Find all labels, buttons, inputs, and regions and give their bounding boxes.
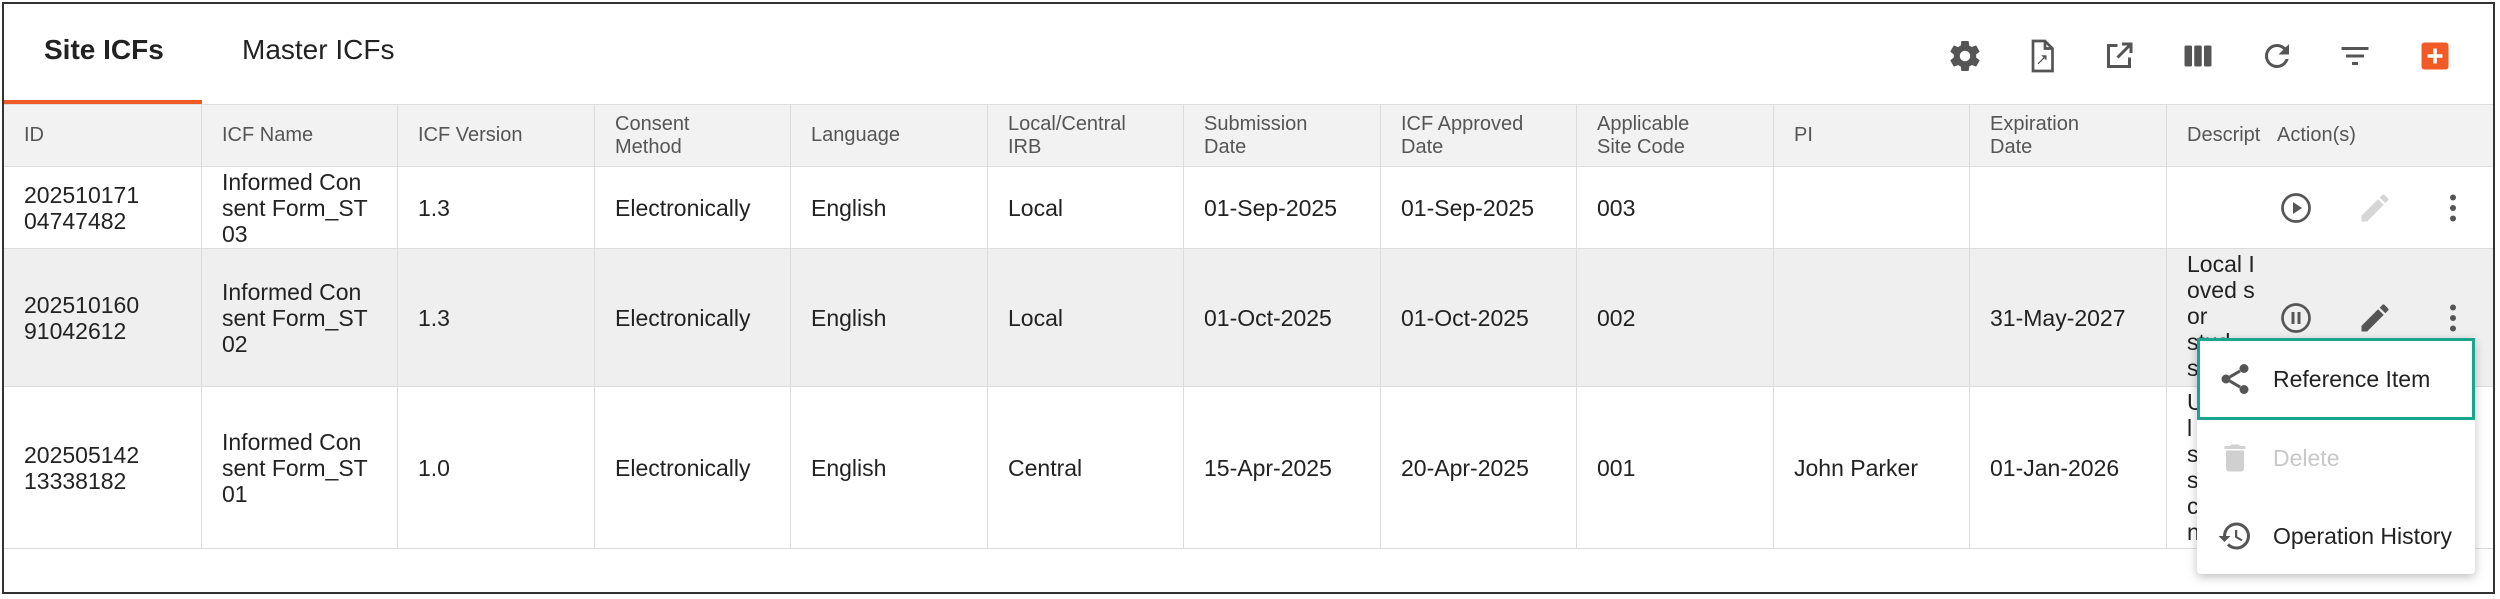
table-header: ID ICF Name ICF Version Consent Method L… [4, 104, 2493, 167]
row-submission: 15-Apr-2025 [1204, 454, 1332, 481]
export-file-icon [2031, 39, 2054, 73]
row-version: 1.3 [418, 304, 450, 331]
row-id: 202510160 91042612 [24, 291, 140, 344]
row-method: Electronically [615, 454, 751, 481]
more-button[interactable] [2431, 186, 2475, 230]
col-icf-version[interactable]: ICF Version [398, 105, 595, 166]
menu-item-delete: Delete [2197, 422, 2475, 494]
row-expiration: 01-Jan-2026 [1990, 454, 2120, 481]
add-icon [2421, 42, 2449, 70]
trash-icon [2224, 444, 2246, 472]
refresh-icon [2264, 43, 2289, 68]
row-icf-name: Informed Con sent Form_ST 03 [222, 168, 368, 247]
col-irb[interactable]: Local/Central IRB [988, 105, 1184, 166]
col-consent-method[interactable]: Consent Method [595, 105, 791, 166]
tab-master-icfs[interactable]: Master ICFs [242, 34, 394, 66]
row-approved: 01-Sep-2025 [1401, 194, 1534, 221]
row-pi: John Parker [1794, 454, 1919, 481]
col-icf-name[interactable]: ICF Name [202, 105, 398, 166]
more-vertical-icon [2450, 194, 2456, 222]
pencil-icon [2361, 194, 2389, 222]
menu-item-history[interactable]: Operation History [2197, 500, 2475, 572]
pencil-icon [2361, 304, 2389, 332]
row-action-menu: Reference Item Delete Operation History [2197, 338, 2475, 574]
row-submission: 01-Sep-2025 [1204, 194, 1337, 221]
refresh-button[interactable] [2255, 34, 2299, 78]
table-row[interactable]: 202505142 13338182 Informed Con sent For… [4, 387, 2493, 549]
open-external-icon [2107, 42, 2133, 68]
col-id[interactable]: ID [4, 105, 202, 166]
row-version: 1.3 [418, 194, 450, 221]
menu-item-label: Delete [2273, 444, 2340, 471]
selection-highlight [2197, 338, 2475, 420]
filter-button[interactable] [2333, 34, 2377, 78]
columns-button[interactable] [2176, 34, 2220, 78]
settings-button[interactable] [1943, 34, 1987, 78]
row-approved: 01-Oct-2025 [1401, 304, 1529, 331]
play-circle-icon [2281, 193, 2311, 223]
table-row[interactable]: 202510171 04747482 Informed Con sent For… [4, 167, 2493, 249]
row-id: 202510171 04747482 [24, 181, 140, 234]
menu-item-label: Operation History [2273, 522, 2452, 549]
table-row[interactable]: 202510160 91042612 Informed Con sent For… [4, 249, 2493, 387]
edit-button[interactable] [2353, 296, 2397, 340]
app-frame: Site ICFs Master ICFs ID ICF Name ICF Ve… [2, 2, 2495, 594]
row-language: English [811, 454, 887, 481]
row-id: 202505142 13338182 [24, 441, 140, 494]
start-button[interactable] [2274, 186, 2318, 230]
row-site-code: 002 [1597, 304, 1636, 331]
row-icf-name: Informed Con sent Form_ST 01 [222, 428, 368, 507]
row-submission: 01-Oct-2025 [1204, 304, 1332, 331]
edit-button-disabled [2353, 186, 2397, 230]
col-site-code[interactable]: Applicable Site Code [1577, 105, 1774, 166]
tab-bar: Site ICFs Master ICFs [4, 4, 2493, 105]
row-approved: 20-Apr-2025 [1401, 454, 1529, 481]
row-irb: Local [1008, 304, 1063, 331]
tab-site-icfs[interactable]: Site ICFs [44, 34, 164, 66]
row-irb: Local [1008, 194, 1063, 221]
row-site-code: 001 [1597, 454, 1636, 481]
col-language[interactable]: Language [791, 105, 988, 166]
add-button[interactable] [2413, 34, 2457, 78]
row-site-code: 003 [1597, 194, 1636, 221]
col-pi[interactable]: PI [1774, 105, 1970, 166]
pause-button[interactable] [2274, 296, 2318, 340]
row-method: Electronically [615, 194, 751, 221]
col-actions: Action(s) [2277, 124, 2356, 146]
gear-icon [1950, 41, 1980, 72]
more-vertical-icon [2450, 304, 2456, 332]
filter-icon [2341, 47, 2369, 65]
col-expiration-date[interactable]: Expiration Date [1970, 105, 2167, 166]
col-approved-date[interactable]: ICF Approved Date [1381, 105, 1577, 166]
row-icf-name: Informed Con sent Form_ST 02 [222, 278, 368, 357]
row-method: Electronically [615, 304, 751, 331]
row-expiration: 31-May-2027 [1990, 304, 2126, 331]
row-language: English [811, 304, 887, 331]
more-button[interactable] [2431, 296, 2475, 340]
open-external-button[interactable] [2097, 34, 2141, 78]
history-icon [2218, 522, 2250, 550]
row-language: English [811, 194, 887, 221]
columns-icon [2184, 45, 2212, 67]
row-version: 1.0 [418, 454, 450, 481]
export-button[interactable] [2020, 34, 2064, 78]
pause-circle-icon [2281, 303, 2311, 333]
col-submission-date[interactable]: Submission Date [1184, 105, 1381, 166]
row-irb: Central [1008, 454, 1083, 481]
